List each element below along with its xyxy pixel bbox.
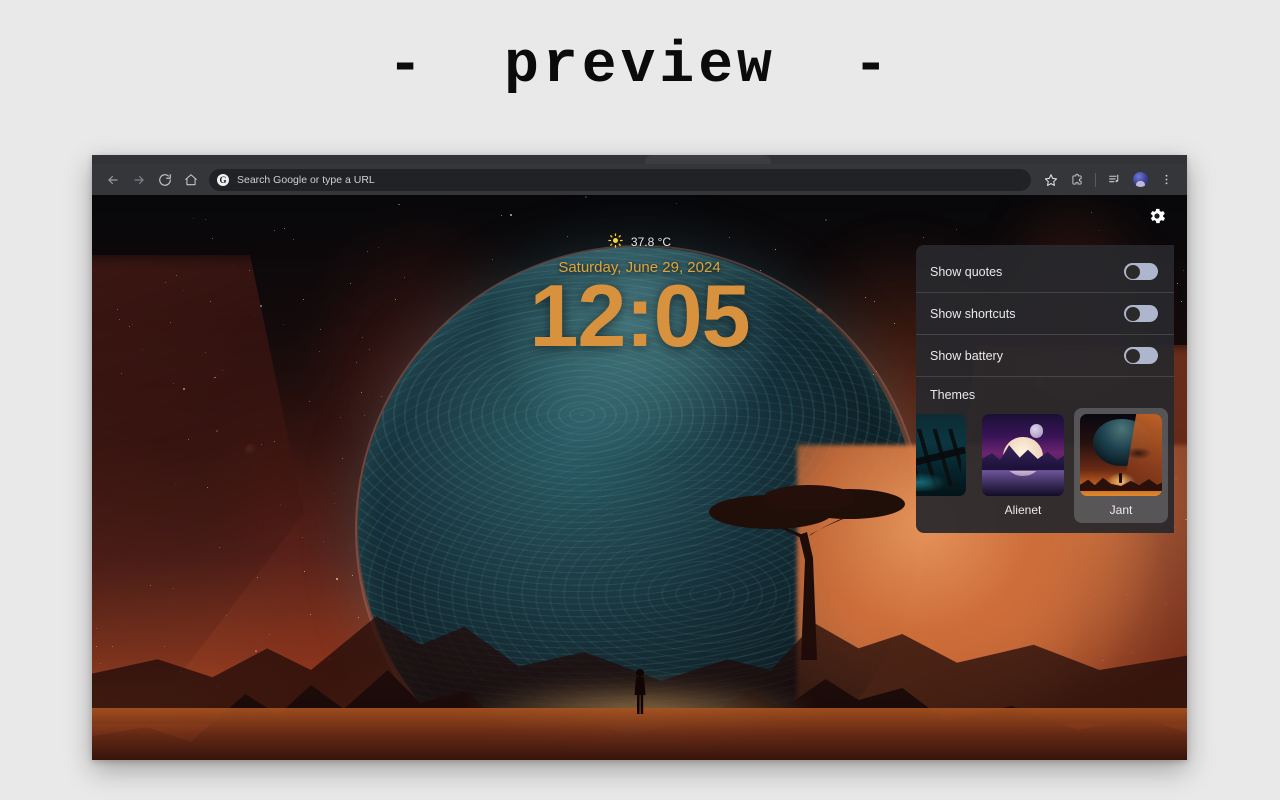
- setting-label-show-shortcuts: Show shortcuts: [930, 306, 1016, 321]
- home-icon: [184, 173, 198, 187]
- setting-row-show-quotes: Show quotes: [916, 251, 1174, 293]
- reload-icon: [158, 173, 172, 187]
- puzzle-piece-icon: [1070, 173, 1084, 187]
- gear-icon[interactable]: [1147, 206, 1167, 226]
- omnibox-placeholder: Search Google or type a URL: [237, 173, 375, 186]
- theme-name-alienet: Alienet: [1004, 503, 1042, 517]
- page-title: - preview -: [387, 34, 893, 99]
- setting-label-show-quotes: Show quotes: [930, 264, 1003, 279]
- chrome-menu-button[interactable]: [1153, 167, 1179, 193]
- new-tab-page: 37.8 °C Saturday, June 29, 2024 12:05 Sh…: [92, 195, 1187, 760]
- reading-list-icon: [1108, 173, 1121, 186]
- reading-list-button[interactable]: [1101, 167, 1127, 193]
- back-button[interactable]: [100, 167, 126, 193]
- themes-section-header: Themes: [930, 388, 976, 402]
- back-arrow-icon: [106, 173, 120, 187]
- settings-panel: Show quotes Show shortcuts Show battery …: [916, 245, 1174, 533]
- browser-toolbar: G Search Google or type a URL: [92, 164, 1187, 195]
- browser-window: G Search Google or type a URL 37.8 °C Sa…: [92, 155, 1187, 760]
- theme-name-jant: Jant: [1109, 503, 1133, 517]
- omnibox[interactable]: G Search Google or type a URL: [209, 168, 1031, 191]
- theme-thumbnail-jant: [1080, 414, 1162, 496]
- toggle-show-battery[interactable]: [1124, 347, 1158, 364]
- forward-button[interactable]: [126, 167, 152, 193]
- star-icon: [1044, 173, 1058, 187]
- theme-thumbnail-alienet: [982, 414, 1064, 496]
- toggle-knob: [1125, 264, 1140, 279]
- theme-card-alienet[interactable]: Alienet: [976, 408, 1070, 523]
- theme-card-city[interactable]: [916, 408, 972, 509]
- theme-card-jant[interactable]: Jant: [1074, 408, 1168, 523]
- toggle-knob: [1125, 306, 1140, 321]
- profile-button[interactable]: [1127, 167, 1153, 193]
- reload-button[interactable]: [152, 167, 178, 193]
- bookmark-button[interactable]: [1038, 167, 1064, 193]
- theme-thumbnail-city: [916, 414, 966, 496]
- toggle-show-shortcuts[interactable]: [1124, 305, 1158, 322]
- google-logo-icon: G: [217, 173, 229, 186]
- setting-row-show-shortcuts: Show shortcuts: [916, 293, 1174, 335]
- forward-arrow-icon: [132, 173, 146, 187]
- themes-list: Alienet Jant: [916, 408, 1174, 523]
- browser-tab[interactable]: [645, 155, 771, 164]
- tab-strip-right-area: [1110, 155, 1187, 164]
- setting-row-show-battery: Show battery: [916, 335, 1174, 377]
- home-button[interactable]: [178, 167, 204, 193]
- toolbar-divider: [1095, 172, 1096, 187]
- figure-silhouette: [633, 668, 647, 714]
- setting-label-show-battery: Show battery: [930, 348, 1003, 363]
- three-dot-menu-icon: [1160, 173, 1173, 186]
- toggle-knob: [1125, 348, 1140, 363]
- tree-silhouette: [709, 440, 909, 660]
- extensions-button[interactable]: [1064, 167, 1090, 193]
- avatar: [1132, 172, 1148, 187]
- toggle-show-quotes[interactable]: [1124, 263, 1158, 280]
- tab-strip: [92, 155, 1187, 164]
